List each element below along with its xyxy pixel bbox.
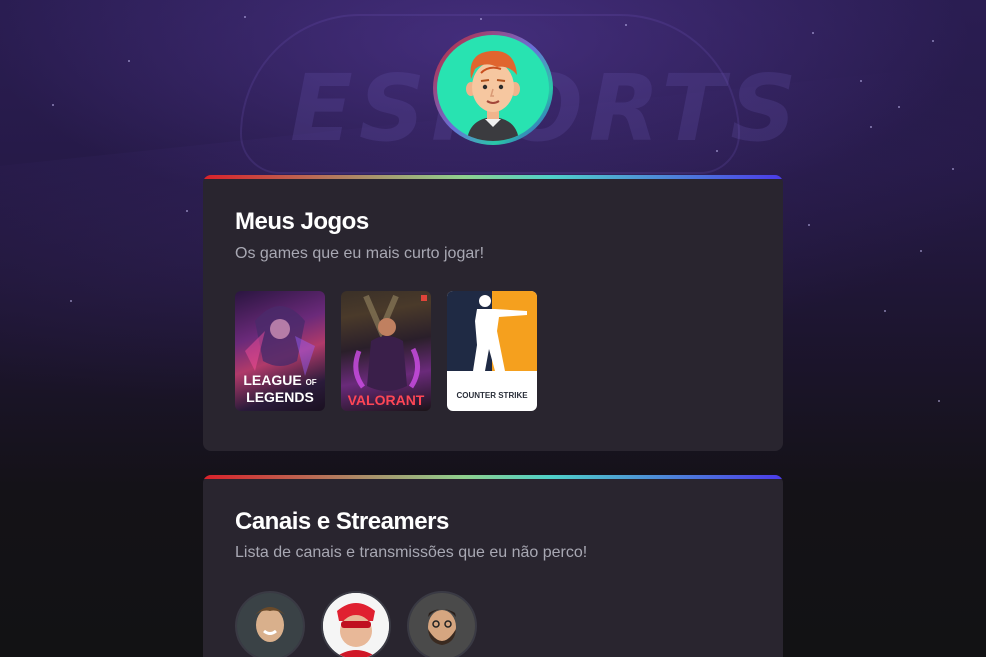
game-valorant[interactable]: VALORANT: [341, 291, 431, 411]
cs-label: COUNTER STRIKE: [456, 391, 528, 400]
lol-label-line2: LEGENDS: [246, 389, 314, 405]
lol-label-line1: LEAGUE: [243, 372, 302, 388]
streamer-3-photo-icon: [409, 593, 475, 657]
cs-soldier-icon: [473, 295, 527, 371]
game-league-of-legends[interactable]: LEAGUE OF LEGENDS: [235, 291, 325, 411]
streamers-card-title: Canais e Streamers: [235, 508, 449, 535]
streamer-2-photo-icon: [323, 593, 389, 657]
games-card-title: Meus Jogos: [235, 208, 369, 235]
games-card: Meus Jogos Os games que eu mais curto jo…: [203, 175, 783, 451]
streamers-card-subtitle: Lista de canais e transmissões que eu nã…: [235, 544, 588, 561]
game-counter-strike[interactable]: COUNTER STRIKE: [447, 291, 537, 411]
lol-label-of: OF: [305, 378, 317, 387]
games-card-subtitle: Os games que eu mais curto jogar!: [235, 245, 485, 262]
streamer-avatar[interactable]: [321, 591, 391, 657]
cartoon-man-avatar-icon: [437, 35, 549, 141]
streamer-avatar[interactable]: [407, 591, 477, 657]
valorant-label: VALORANT: [347, 392, 425, 408]
streamer-1-photo-icon: [237, 593, 303, 657]
streamers-card: Canais e Streamers Lista de canais e tra…: [203, 475, 783, 657]
streamer-avatar[interactable]: [235, 591, 305, 657]
profile-avatar[interactable]: [433, 31, 553, 145]
